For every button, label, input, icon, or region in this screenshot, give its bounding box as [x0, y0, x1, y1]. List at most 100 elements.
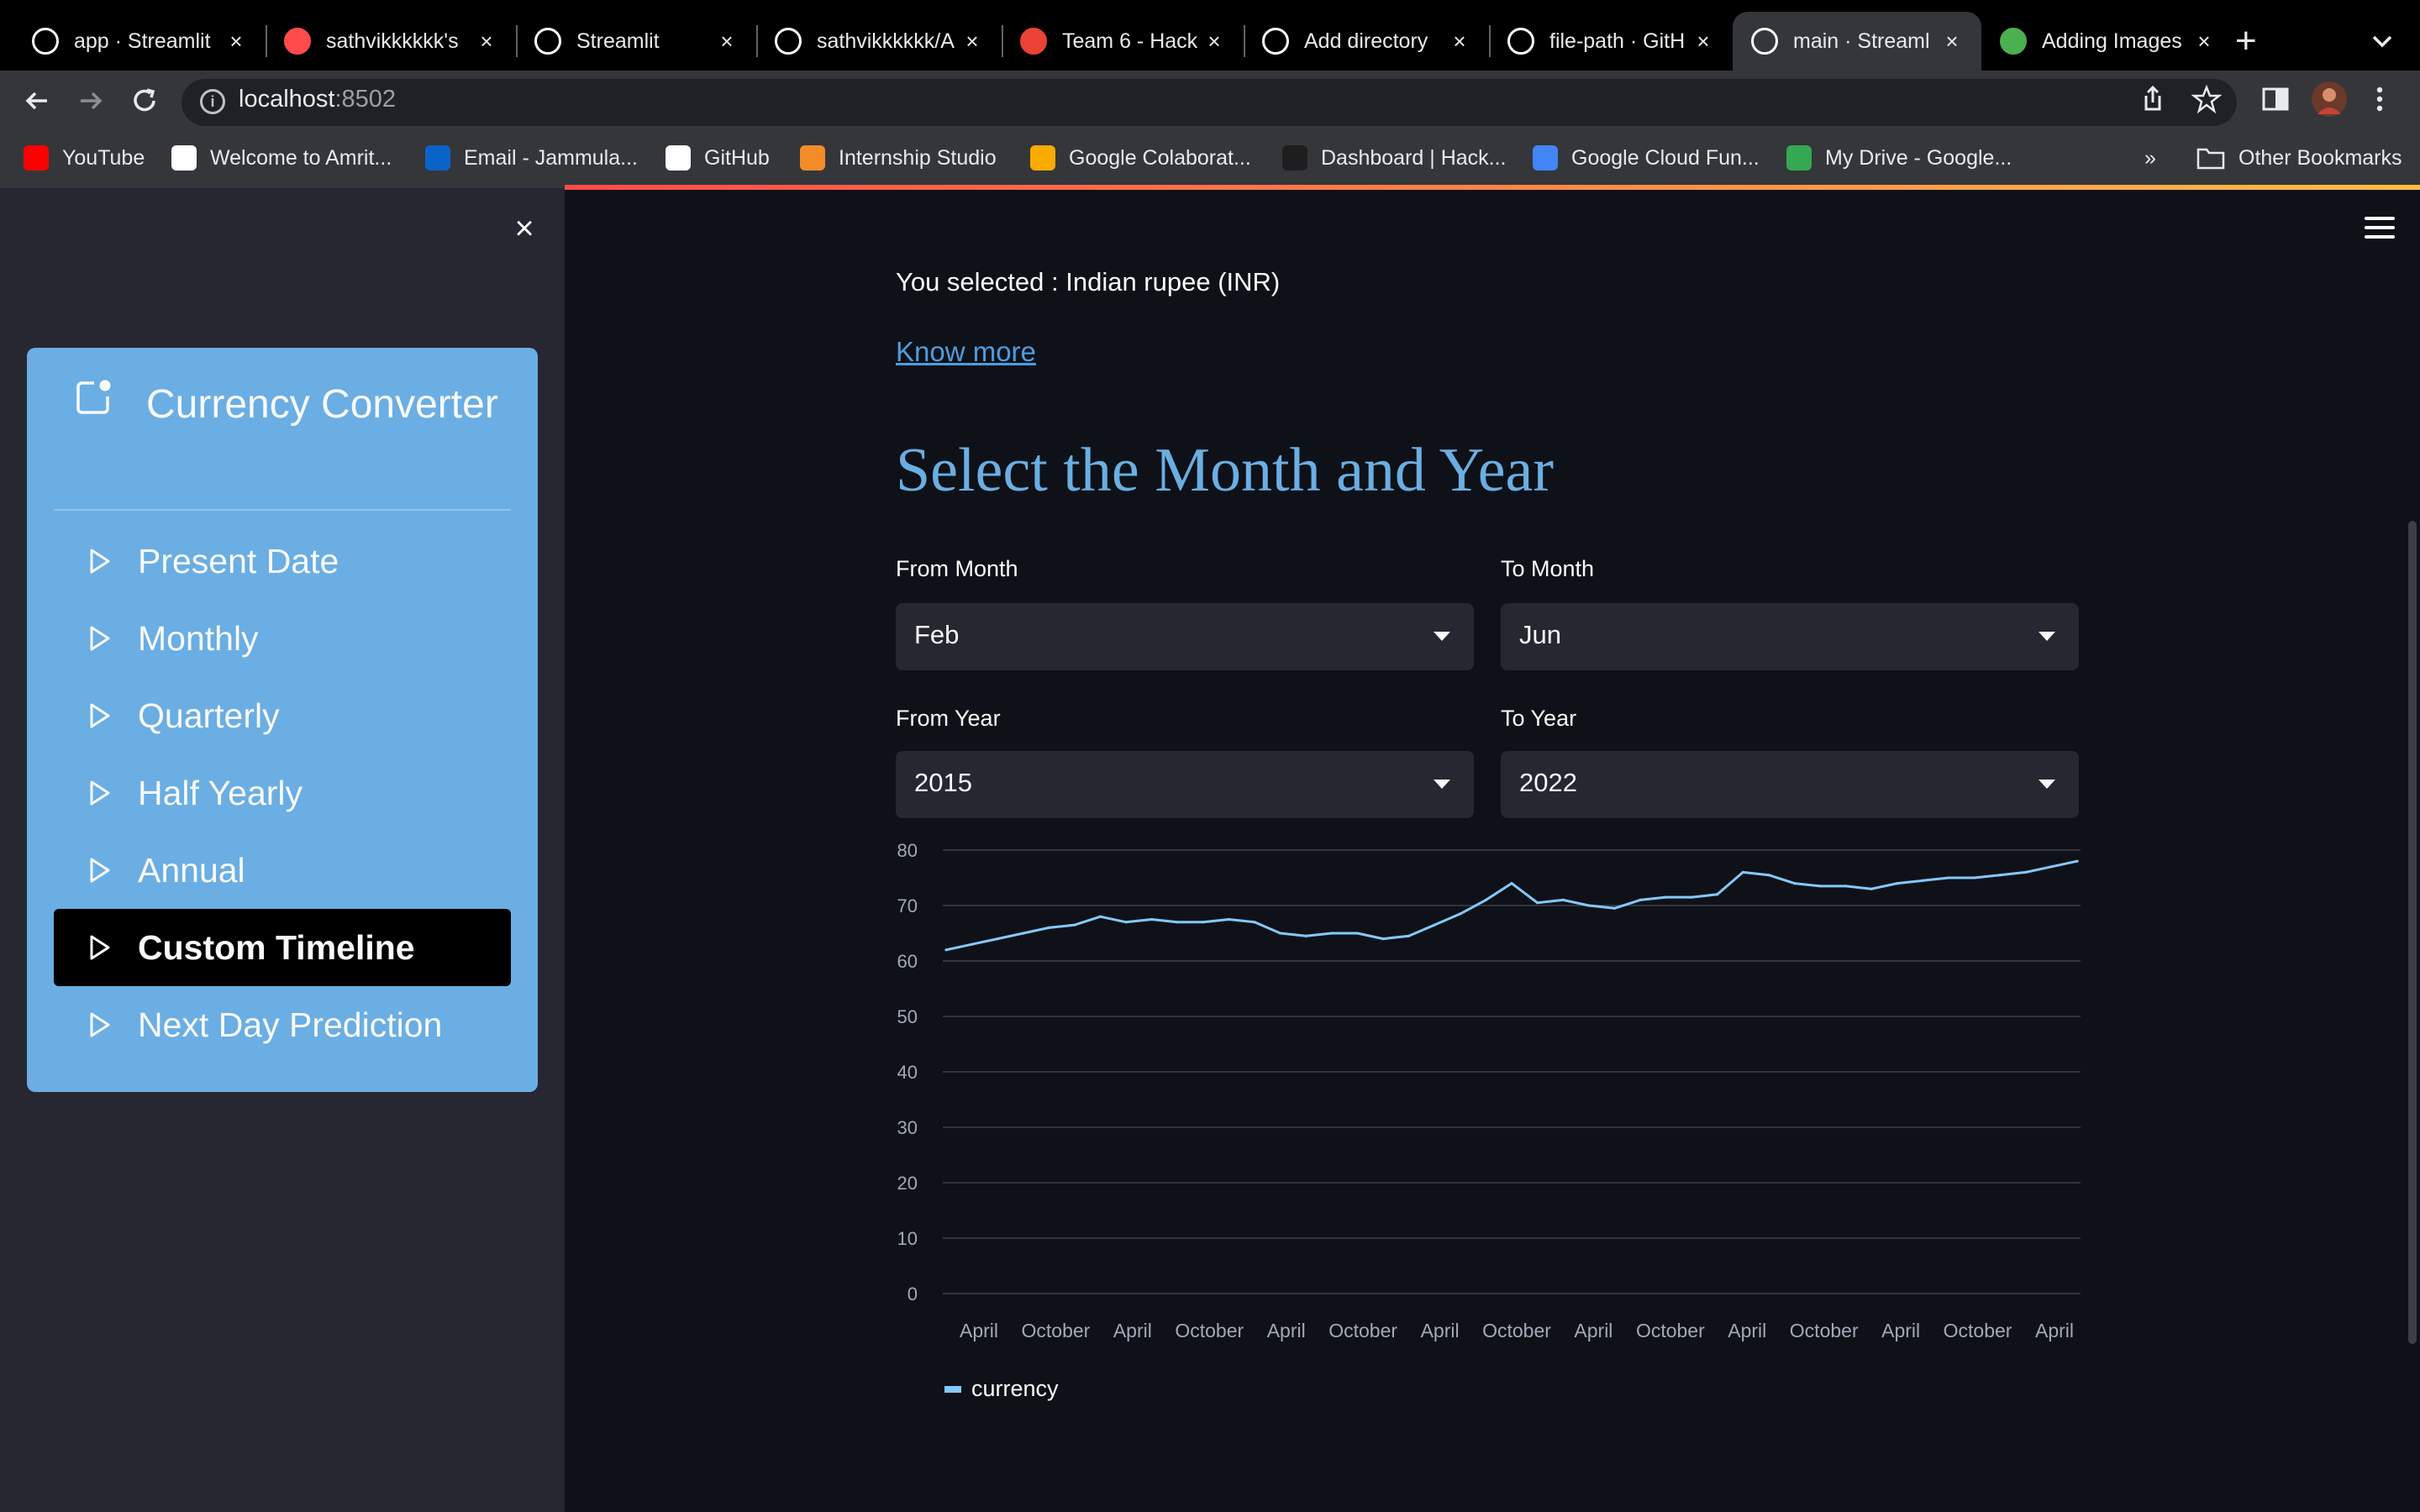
tab-close-icon[interactable]: ×	[1202, 29, 1227, 55]
hamburger-menu-icon[interactable]	[2365, 217, 2395, 242]
data-point[interactable]	[1381, 937, 1385, 941]
menu-item-present-date[interactable]: Present Date	[54, 522, 511, 600]
to-month-select[interactable]: Jun	[1501, 603, 2079, 670]
side-panel-icon[interactable]	[2260, 84, 2291, 121]
tab-close-icon[interactable]: ×	[1691, 29, 1716, 55]
menu-item-half-yearly[interactable]: Half Yearly	[54, 754, 511, 832]
address-bar[interactable]	[182, 79, 2237, 126]
data-point[interactable]	[1407, 934, 1411, 937]
data-point[interactable]	[1022, 932, 1025, 935]
profile-avatar[interactable]	[2311, 81, 2348, 124]
data-point[interactable]	[1253, 921, 1256, 924]
bookmark-item[interactable]: Welcome to Amrit...	[171, 143, 392, 173]
data-point[interactable]	[1510, 882, 1513, 885]
data-point[interactable]	[1304, 934, 1307, 937]
tab-close-icon[interactable]: ×	[1447, 29, 1472, 55]
bookmark-item[interactable]: Email - Jammula...	[425, 143, 638, 173]
data-point[interactable]	[1870, 887, 1873, 890]
menu-item-next-day-prediction[interactable]: Next Day Prediction	[54, 986, 511, 1063]
data-point[interactable]	[1098, 915, 1102, 918]
browser-tab[interactable]: Streamlit ×	[516, 12, 756, 71]
browser-tab[interactable]: sathvikkkkkk's ×	[266, 12, 516, 71]
data-point[interactable]	[1612, 906, 1616, 910]
data-point[interactable]	[1150, 917, 1154, 921]
bookmarks-overflow-button[interactable]: »	[2144, 143, 2156, 173]
data-point[interactable]	[1330, 932, 1334, 935]
bookmark-item[interactable]: Dashboard | Hack...	[1282, 143, 1506, 173]
data-point[interactable]	[1202, 921, 1205, 924]
currency-line-chart[interactable]: 0 10 20 30 40 50 60 70 80 April October April Octobe…	[874, 840, 2084, 1411]
bookmark-item[interactable]: Google Colaborat...	[1030, 143, 1251, 173]
tab-close-icon[interactable]: ×	[224, 29, 249, 55]
data-point[interactable]	[1792, 882, 1797, 885]
data-point[interactable]	[1998, 874, 2002, 877]
know-more-link[interactable]: Know more	[896, 336, 1036, 368]
bookmark-item[interactable]: Google Cloud Fun...	[1533, 143, 1760, 173]
browser-tab[interactable]: file-path · GitH ×	[1489, 12, 1733, 71]
tab-search-chevron-icon[interactable]	[2370, 25, 2395, 59]
data-point[interactable]	[1767, 874, 1770, 877]
data-point[interactable]	[1973, 876, 1976, 879]
data-point[interactable]	[1561, 898, 1565, 901]
to-year-select[interactable]: 2022	[1501, 751, 2079, 818]
site-info-icon[interactable]: i	[200, 89, 225, 114]
data-point[interactable]	[1279, 932, 1282, 935]
browser-tab[interactable]: sathvikkkkkk/A ×	[756, 12, 1002, 71]
url-text[interactable]: localhost:8502	[239, 86, 396, 113]
data-point[interactable]	[2075, 859, 2079, 863]
data-point[interactable]	[1921, 879, 1925, 882]
share-icon[interactable]	[2139, 84, 2166, 121]
data-point[interactable]	[1741, 870, 1744, 874]
data-point[interactable]	[1716, 893, 1719, 896]
browser-tab[interactable]: main · Streaml ×	[1733, 12, 1981, 71]
tab-close-icon[interactable]: ×	[1939, 29, 1965, 55]
browser-tab[interactable]: Add directory ×	[1244, 12, 1489, 71]
tab-close-icon[interactable]: ×	[2191, 29, 2217, 55]
tab-close-icon[interactable]: ×	[960, 29, 985, 55]
data-point[interactable]	[1459, 912, 1462, 916]
from-month-select[interactable]: Feb	[896, 603, 1474, 670]
close-icon[interactable]: ×	[508, 212, 541, 245]
reload-icon[interactable]	[126, 82, 163, 119]
browser-menu-icon[interactable]	[2373, 84, 2386, 121]
data-point[interactable]	[1433, 923, 1436, 927]
data-point[interactable]	[1073, 923, 1076, 927]
data-point[interactable]	[1818, 885, 1822, 888]
data-point[interactable]	[1355, 932, 1360, 935]
browser-tab[interactable]: Adding Images ×	[1981, 12, 2233, 71]
data-point[interactable]	[1484, 898, 1487, 901]
data-point[interactable]	[1124, 921, 1128, 924]
tab-close-icon[interactable]: ×	[474, 29, 499, 55]
data-point[interactable]	[1844, 885, 1848, 888]
data-point[interactable]	[2049, 865, 2053, 869]
data-point[interactable]	[1587, 904, 1591, 907]
data-point[interactable]	[1176, 921, 1179, 924]
menu-item-monthly[interactable]: Monthly	[54, 600, 511, 677]
back-arrow-icon[interactable]	[18, 82, 55, 119]
data-point[interactable]	[1947, 876, 1950, 879]
bookmark-item[interactable]: YouTube	[24, 143, 145, 173]
data-point[interactable]	[1690, 895, 1693, 899]
data-point[interactable]	[996, 937, 999, 941]
bookmark-star-icon[interactable]	[2191, 84, 2223, 121]
data-point[interactable]	[1536, 901, 1539, 905]
browser-tab[interactable]: Team 6 - Hack ×	[1002, 12, 1244, 71]
new-tab-button[interactable]: +	[2235, 18, 2257, 64]
other-bookmarks-folder[interactable]: Other Bookmarks	[2196, 143, 2402, 173]
data-point[interactable]	[1047, 926, 1050, 929]
data-point[interactable]	[1639, 898, 1642, 901]
from-year-select[interactable]: 2015	[896, 751, 1474, 818]
forward-arrow-icon[interactable]	[72, 82, 109, 119]
scrollbar-thumb[interactable]	[2408, 521, 2417, 1344]
tab-close-icon[interactable]: ×	[714, 29, 739, 55]
data-point[interactable]	[971, 942, 974, 946]
bookmark-item[interactable]: GitHub	[666, 143, 770, 173]
menu-item-custom-timeline[interactable]: Custom Timeline	[54, 909, 511, 986]
data-point[interactable]	[1664, 895, 1668, 899]
menu-item-quarterly[interactable]: Quarterly	[54, 677, 511, 754]
bookmark-item[interactable]: My Drive - Google...	[1786, 143, 2012, 173]
bookmark-item[interactable]: Internship Studio	[800, 143, 997, 173]
menu-item-annual[interactable]: Annual	[54, 832, 511, 909]
data-point[interactable]	[2024, 870, 2028, 874]
data-point[interactable]	[944, 948, 948, 952]
